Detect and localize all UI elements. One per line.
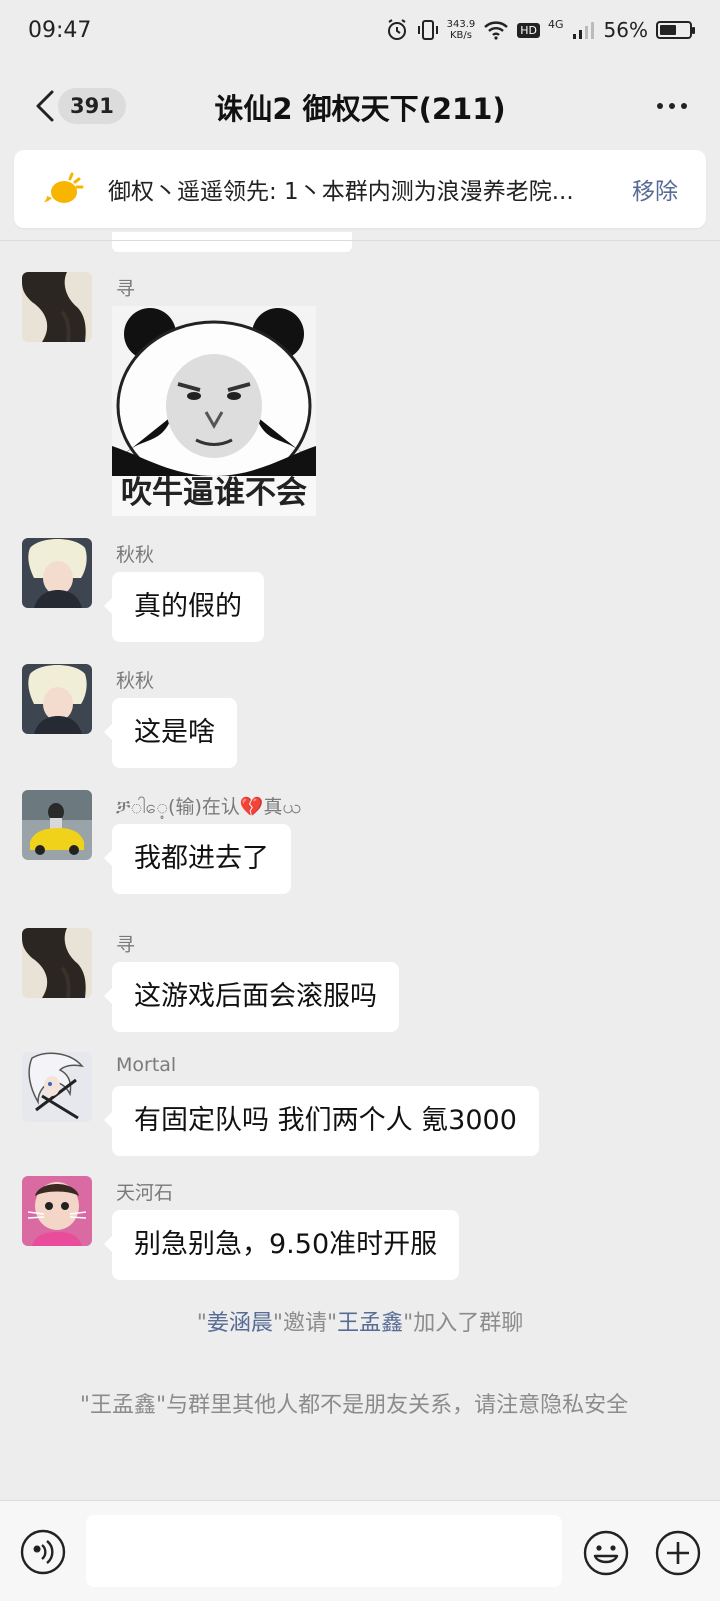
avatar[interactable] <box>22 664 92 734</box>
voice-input-icon[interactable] <box>20 1529 66 1575</box>
system-message-invite: "姜涵晨"邀请"王孟鑫"加入了群聊 <box>40 1308 680 1340</box>
chat-title: 诛仙2 御权天下(211) <box>214 92 506 126</box>
sender-name: Mortal <box>116 1054 177 1076</box>
status-time: 09:47 <box>28 18 92 43</box>
avatar[interactable] <box>22 1176 92 1246</box>
group-notice-banner[interactable]: 御权丶遥遥领先: 1丶本群内测为浪漫养老院... 移除 <box>14 150 706 228</box>
battery-percent: 56% <box>603 18 648 42</box>
dot-icon <box>657 103 663 109</box>
speed-unit: KB/s <box>449 30 472 41</box>
sticker-image[interactable]: 吹牛逼谁不会 <box>112 306 316 516</box>
message-bubble[interactable]: 这是啥 <box>104 698 237 768</box>
signal-icon <box>572 22 594 39</box>
message-input[interactable] <box>86 1515 562 1587</box>
status-bar: 09:47 343.9 KB/s HD 4G 56% <box>0 0 720 64</box>
input-bar <box>0 1500 720 1601</box>
battery-icon <box>656 21 695 39</box>
notice-remove-button[interactable]: 移除 <box>632 172 678 206</box>
plus-icon[interactable] <box>654 1529 702 1577</box>
vibrate-icon <box>417 20 438 40</box>
sticker-caption: 吹牛逼谁不会 <box>121 475 307 511</box>
invite-text: "邀请" <box>272 1311 338 1336</box>
divider <box>0 240 720 241</box>
avatar[interactable] <box>22 538 92 608</box>
alarm-icon <box>387 19 406 40</box>
avatar[interactable] <box>22 928 92 998</box>
avatar[interactable] <box>22 790 92 860</box>
quote-mark: " <box>196 1311 207 1336</box>
message-bubble[interactable]: 真的假的 <box>104 572 264 642</box>
emoji-icon[interactable] <box>582 1529 630 1577</box>
notice-bulb-icon <box>44 172 84 203</box>
status-icons: 343.9 KB/s HD 4G 56% <box>385 17 695 42</box>
speed-value: 343.9 <box>446 19 476 30</box>
avatar[interactable] <box>22 1052 92 1122</box>
wifi-icon <box>484 21 509 40</box>
message-bubble[interactable]: 这游戏后面会滚服吗 <box>104 962 399 1032</box>
message-bubble[interactable]: 别急别急，9.50准时开服 <box>103 1210 460 1280</box>
inviter-name-link[interactable]: 姜涵晨 <box>207 1311 273 1336</box>
sender-name: ቻါေ့(输)在认💔真ယ <box>116 796 301 818</box>
system-message-privacy: "王孟鑫"与群里其他人都不是朋友关系，请注意隐私安全 <box>79 1393 629 1418</box>
hd-badge: HD <box>517 22 541 38</box>
sender-name: 秋秋 <box>116 670 155 692</box>
network-speed: 343.9 KB/s <box>447 19 476 41</box>
avatar[interactable] <box>22 272 92 342</box>
invite-text-end: "加入了群聊 <box>403 1311 524 1336</box>
sender-name: 寻 <box>116 934 136 956</box>
dot-icon <box>681 103 687 109</box>
message-bubble[interactable]: 有固定队吗 我们两个人 氪3000 <box>104 1086 539 1156</box>
invitee-name-link[interactable]: 王孟鑫 <box>337 1311 403 1336</box>
notice-text: 御权丶遥遥领先: 1丶本群内测为浪漫养老院... <box>108 179 574 205</box>
dot-icon <box>669 103 675 109</box>
previous-message-bubble <box>112 232 352 252</box>
sender-name: 天河石 <box>116 1182 174 1204</box>
sender-name: 秋秋 <box>116 544 155 566</box>
message-bubble[interactable]: 我都进去了 <box>104 824 291 894</box>
more-options-button[interactable] <box>652 88 692 124</box>
title-bar: 391 诛仙2 御权天下(211) <box>0 64 720 148</box>
network-type: 4G <box>548 17 564 31</box>
sender-name: 寻 <box>116 278 136 300</box>
